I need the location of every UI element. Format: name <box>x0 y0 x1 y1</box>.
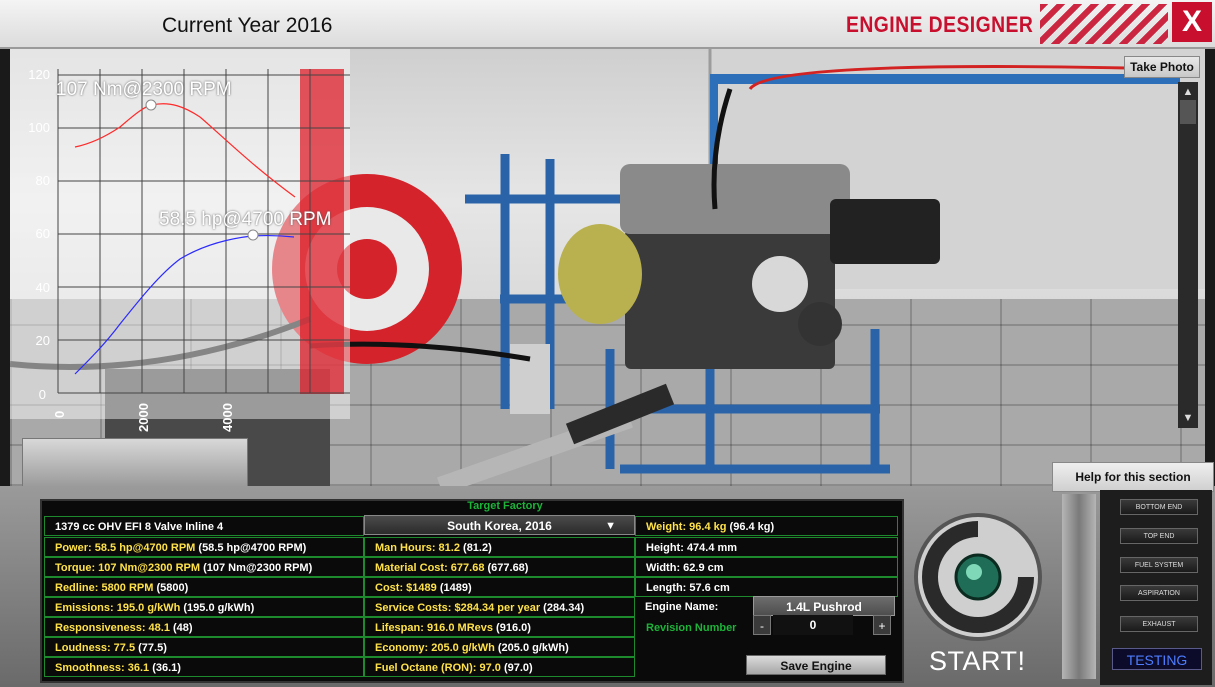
revision-increment-button[interactable]: + <box>873 615 891 635</box>
target-factory-label: Target Factory <box>467 500 543 512</box>
stat-cost: Cost: $1489 (1489) <box>364 577 635 597</box>
start-label[interactable]: START! <box>929 646 1026 677</box>
x-tick: 0 <box>52 410 67 418</box>
stat-material-cost: Material Cost: 677.68 (677.68) <box>364 557 635 577</box>
help-button[interactable]: Help for this section <box>1052 462 1214 492</box>
save-engine-button[interactable]: Save Engine <box>746 655 886 675</box>
section-top-end[interactable]: TOP END <box>1120 528 1198 544</box>
section-testing[interactable]: TESTING <box>1112 648 1202 670</box>
x-tick: 4000 <box>220 403 235 432</box>
stat-economy: Economy: 205.0 g/kWh (205.0 g/kWh) <box>364 637 635 657</box>
y-tick: 20 <box>35 333 50 348</box>
scroll-down-icon[interactable]: ▼ <box>1178 410 1198 426</box>
decor-stripes <box>1040 4 1168 44</box>
stat-weight: Weight: 96.4 kg (96.4 kg) <box>635 516 898 536</box>
section-aspiration[interactable]: ASPIRATION <box>1120 585 1198 601</box>
title-bar: Current Year 2016 ENGINE DESIGNER X <box>0 0 1215 49</box>
stat-power: Power: 58.5 hp@4700 RPM (58.5 hp@4700 RP… <box>44 537 364 557</box>
stat-height: Height: 474.4 mm <box>635 537 898 557</box>
section-bottom-end[interactable]: BOTTOM END <box>1120 499 1198 515</box>
stat-length: Length: 57.6 cm <box>635 577 898 597</box>
section-exhaust[interactable]: EXHAUST <box>1120 616 1198 632</box>
power-callout: 58.5 hp@4700 RPM <box>159 209 332 230</box>
stat-responsiveness: Responsiveness: 48.1 (48) <box>44 617 364 637</box>
scroll-thumb[interactable] <box>1180 100 1196 124</box>
dyno-graph <box>10 49 350 419</box>
section-fuel-system[interactable]: FUEL SYSTEM <box>1120 557 1198 573</box>
y-tick: 60 <box>35 226 50 241</box>
stat-width: Width: 62.9 cm <box>635 557 898 577</box>
revision-decrement-button[interactable]: - <box>753 615 771 635</box>
y-tick: 80 <box>35 173 50 188</box>
y-tick: 120 <box>28 67 50 82</box>
y-tick: 100 <box>28 120 50 135</box>
revision-value: 0 <box>773 615 853 635</box>
engine-description: 1379 cc OHV EFI 8 Valve Inline 4 <box>44 516 364 536</box>
close-button[interactable]: X <box>1172 2 1212 42</box>
stat-redline: Redline: 5800 RPM (5800) <box>44 577 364 597</box>
stat-man-hours: Man Hours: 81.2 (81.2) <box>364 537 635 557</box>
stat-fuel-octane: Fuel Octane (RON): 97.0 (97.0) <box>364 657 635 677</box>
stat-torque: Torque: 107 Nm@2300 RPM (107 Nm@2300 RPM… <box>44 557 364 577</box>
redline-zone <box>300 69 344 394</box>
revision-label: Revision Number <box>646 622 737 634</box>
scroll-up-icon[interactable]: ▲ <box>1178 84 1198 100</box>
engine-name-label: Engine Name: <box>645 601 719 613</box>
take-photo-button[interactable]: Take Photo <box>1124 56 1200 78</box>
power-peak-marker <box>247 229 259 241</box>
target-factory-dropdown[interactable]: South Korea, 2016 ▼ <box>364 515 635 535</box>
chevron-down-icon: ▼ <box>605 520 616 532</box>
y-tick: 0 <box>38 387 46 402</box>
panel-tab <box>22 438 248 488</box>
viewport-scrollbar[interactable]: ▲ ▼ <box>1178 82 1198 428</box>
stat-loudness: Loudness: 77.5 (77.5) <box>44 637 364 657</box>
stat-service-costs: Service Costs: $284.34 per year (284.34) <box>364 597 635 617</box>
panel-rivets <box>1062 494 1096 679</box>
torque-callout: 107 Nm@2300 RPM <box>56 79 232 100</box>
engine-name-field[interactable]: 1.4L Pushrod <box>753 596 895 616</box>
y-tick: 40 <box>35 280 50 295</box>
torque-peak-marker <box>145 99 157 111</box>
stat-smoothness: Smoothness: 36.1 (36.1) <box>44 657 364 677</box>
engine-designer-title: ENGINE DESIGNER <box>846 12 1034 37</box>
stat-lifespan: Lifespan: 916.0 MRevs (916.0) <box>364 617 635 637</box>
current-year: Current Year 2016 <box>162 14 333 37</box>
x-tick: 2000 <box>136 403 151 432</box>
stat-emissions: Emissions: 195.0 g/kWh (195.0 g/kWh) <box>44 597 364 617</box>
